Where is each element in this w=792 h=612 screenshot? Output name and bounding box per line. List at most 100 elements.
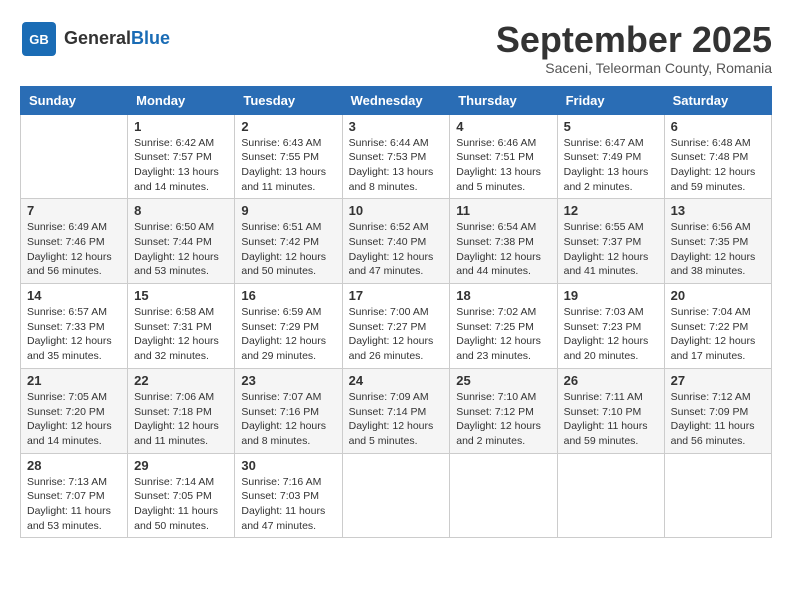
day-info: Sunrise: 6:57 AMSunset: 7:33 PMDaylight:… [27, 305, 121, 364]
day-info: Sunrise: 6:49 AMSunset: 7:46 PMDaylight:… [27, 220, 121, 279]
day-number: 9 [241, 203, 335, 218]
day-info: Sunrise: 6:43 AMSunset: 7:55 PMDaylight:… [241, 136, 335, 195]
col-thursday: Thursday [450, 86, 557, 114]
day-number: 14 [27, 288, 121, 303]
day-info: Sunrise: 6:56 AMSunset: 7:35 PMDaylight:… [671, 220, 765, 279]
day-number: 5 [564, 119, 658, 134]
day-cell: 28 Sunrise: 7:13 AMSunset: 7:07 PMDayligh… [21, 453, 128, 538]
week-row-2: 7 Sunrise: 6:49 AMSunset: 7:46 PMDaylight… [21, 199, 772, 284]
day-number: 18 [456, 288, 550, 303]
svg-text:GB: GB [29, 32, 49, 47]
day-info: Sunrise: 7:09 AMSunset: 7:14 PMDaylight:… [349, 390, 444, 449]
day-cell: 14 Sunrise: 6:57 AMSunset: 7:33 PMDayligh… [21, 284, 128, 369]
day-number: 4 [456, 119, 550, 134]
day-info: Sunrise: 6:48 AMSunset: 7:48 PMDaylight:… [671, 136, 765, 195]
day-number: 23 [241, 373, 335, 388]
day-info: Sunrise: 7:02 AMSunset: 7:25 PMDaylight:… [456, 305, 550, 364]
day-cell [450, 453, 557, 538]
day-cell: 18 Sunrise: 7:02 AMSunset: 7:25 PMDayligh… [450, 284, 557, 369]
day-info: Sunrise: 7:05 AMSunset: 7:20 PMDaylight:… [27, 390, 121, 449]
day-info: Sunrise: 6:58 AMSunset: 7:31 PMDaylight:… [134, 305, 228, 364]
week-row-1: 1Sunrise: 6:42 AMSunset: 7:57 PMDaylight… [21, 114, 772, 199]
col-saturday: Saturday [664, 86, 771, 114]
col-sunday: Sunday [21, 86, 128, 114]
day-number: 7 [27, 203, 121, 218]
day-cell: 9 Sunrise: 6:51 AMSunset: 7:42 PMDaylight… [235, 199, 342, 284]
day-cell: 5 Sunrise: 6:47 AMSunset: 7:49 PMDaylight… [557, 114, 664, 199]
day-cell: 4Sunrise: 6:46 AMSunset: 7:51 PMDaylight… [450, 114, 557, 199]
day-number: 16 [241, 288, 335, 303]
day-cell: 17Sunrise: 7:00 AMSunset: 7:27 PMDayligh… [342, 284, 450, 369]
day-cell: 10Sunrise: 6:52 AMSunset: 7:40 PMDayligh… [342, 199, 450, 284]
day-info: Sunrise: 7:03 AMSunset: 7:23 PMDaylight:… [564, 305, 658, 364]
day-number: 19 [564, 288, 658, 303]
day-number: 25 [456, 373, 550, 388]
logo-blue: Blue [131, 28, 170, 48]
day-number: 2 [241, 119, 335, 134]
day-cell: 6 Sunrise: 6:48 AMSunset: 7:48 PMDaylight… [664, 114, 771, 199]
day-cell: 7 Sunrise: 6:49 AMSunset: 7:46 PMDaylight… [21, 199, 128, 284]
title-section: September 2025 Saceni, Teleorman County,… [496, 20, 772, 76]
day-info: Sunrise: 6:52 AMSunset: 7:40 PMDaylight:… [349, 220, 444, 279]
day-number: 22 [134, 373, 228, 388]
day-cell: 12Sunrise: 6:55 AMSunset: 7:37 PMDayligh… [557, 199, 664, 284]
day-cell [342, 453, 450, 538]
col-friday: Friday [557, 86, 664, 114]
logo-general: General [64, 28, 131, 48]
month-title: September 2025 [496, 20, 772, 60]
day-cell: 8 Sunrise: 6:50 AMSunset: 7:44 PMDaylight… [128, 199, 235, 284]
day-info: Sunrise: 7:13 AMSunset: 7:07 PMDaylight:… [27, 475, 121, 534]
day-info: Sunrise: 7:07 AMSunset: 7:16 PMDaylight:… [241, 390, 335, 449]
day-number: 13 [671, 203, 765, 218]
day-info: Sunrise: 7:04 AMSunset: 7:22 PMDaylight:… [671, 305, 765, 364]
day-cell [21, 114, 128, 199]
logo: GB GeneralBlue [20, 20, 170, 58]
day-info: Sunrise: 7:12 AMSunset: 7:09 PMDaylight:… [671, 390, 765, 449]
day-info: Sunrise: 7:00 AMSunset: 7:27 PMDaylight:… [349, 305, 444, 364]
day-number: 27 [671, 373, 765, 388]
day-info: Sunrise: 7:16 AMSunset: 7:03 PMDaylight:… [241, 475, 335, 534]
calendar: Sunday Monday Tuesday Wednesday Thursday… [20, 86, 772, 539]
day-cell: 15 Sunrise: 6:58 AMSunset: 7:31 PMDayligh… [128, 284, 235, 369]
day-number: 15 [134, 288, 228, 303]
day-info: Sunrise: 7:14 AMSunset: 7:05 PMDaylight:… [134, 475, 228, 534]
day-info: Sunrise: 6:44 AMSunset: 7:53 PMDaylight:… [349, 136, 444, 195]
day-cell: 20 Sunrise: 7:04 AMSunset: 7:22 PMDayligh… [664, 284, 771, 369]
week-row-3: 14 Sunrise: 6:57 AMSunset: 7:33 PMDayligh… [21, 284, 772, 369]
day-number: 28 [27, 458, 121, 473]
day-info: Sunrise: 6:51 AMSunset: 7:42 PMDaylight:… [241, 220, 335, 279]
day-info: Sunrise: 7:11 AMSunset: 7:10 PMDaylight:… [564, 390, 658, 449]
col-tuesday: Tuesday [235, 86, 342, 114]
day-info: Sunrise: 7:10 AMSunset: 7:12 PMDaylight:… [456, 390, 550, 449]
day-cell: 23 Sunrise: 7:07 AMSunset: 7:16 PMDayligh… [235, 368, 342, 453]
day-info: Sunrise: 6:47 AMSunset: 7:49 PMDaylight:… [564, 136, 658, 195]
day-cell: 13 Sunrise: 6:56 AMSunset: 7:35 PMDayligh… [664, 199, 771, 284]
day-cell: 21 Sunrise: 7:05 AMSunset: 7:20 PMDayligh… [21, 368, 128, 453]
day-cell: 30 Sunrise: 7:16 AMSunset: 7:03 PMDayligh… [235, 453, 342, 538]
day-info: Sunrise: 6:42 AMSunset: 7:57 PMDaylight:… [134, 136, 228, 195]
day-cell: 19 Sunrise: 7:03 AMSunset: 7:23 PMDayligh… [557, 284, 664, 369]
day-number: 20 [671, 288, 765, 303]
day-cell: 3 Sunrise: 6:44 AMSunset: 7:53 PMDaylight… [342, 114, 450, 199]
day-number: 8 [134, 203, 228, 218]
day-cell: 16 Sunrise: 6:59 AMSunset: 7:29 PMDayligh… [235, 284, 342, 369]
day-number: 21 [27, 373, 121, 388]
col-wednesday: Wednesday [342, 86, 450, 114]
day-number: 11 [456, 203, 550, 218]
week-row-5: 28 Sunrise: 7:13 AMSunset: 7:07 PMDayligh… [21, 453, 772, 538]
day-info: Sunrise: 6:50 AMSunset: 7:44 PMDaylight:… [134, 220, 228, 279]
header-row: Sunday Monday Tuesday Wednesday Thursday… [21, 86, 772, 114]
day-number: 3 [349, 119, 444, 134]
day-number: 12 [564, 203, 658, 218]
day-number: 29 [134, 458, 228, 473]
day-number: 30 [241, 458, 335, 473]
day-number: 6 [671, 119, 765, 134]
day-cell: 26Sunrise: 7:11 AMSunset: 7:10 PMDayligh… [557, 368, 664, 453]
week-row-4: 21 Sunrise: 7:05 AMSunset: 7:20 PMDayligh… [21, 368, 772, 453]
day-cell [557, 453, 664, 538]
day-cell [664, 453, 771, 538]
location: Saceni, Teleorman County, Romania [496, 60, 772, 76]
day-info: Sunrise: 7:06 AMSunset: 7:18 PMDaylight:… [134, 390, 228, 449]
day-info: Sunrise: 6:59 AMSunset: 7:29 PMDaylight:… [241, 305, 335, 364]
day-cell: 1Sunrise: 6:42 AMSunset: 7:57 PMDaylight… [128, 114, 235, 199]
